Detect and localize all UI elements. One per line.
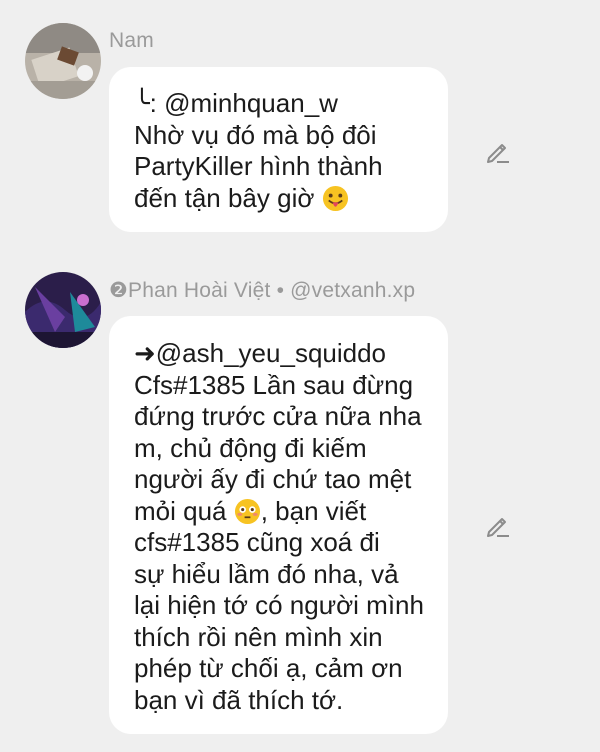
message-line: sự hiểu lầm đó nha, vả xyxy=(134,558,399,589)
flushed-face-emoji xyxy=(234,498,261,525)
message-line-emoji: mỏi quá , bạn viết xyxy=(134,496,448,528)
chat-thread: Nam ╰: @minhquan_w Nhờ vụ đó mà bộ đôi P… xyxy=(0,0,600,752)
message-line: đứng trước cửa nữa nha xyxy=(134,401,422,431)
message-line: PartyKiller hình thành xyxy=(134,151,383,181)
message-bubble[interactable]: ╰: @minhquan_w Nhờ vụ đó mà bộ đôi Party… xyxy=(109,67,448,232)
message-bubble[interactable]: ➜@ash_yeu_squiddo Cfs#1385 Lần sau đừng … xyxy=(109,316,448,734)
message-line: bạn vì đã thích tớ. xyxy=(134,684,344,715)
message-line-text: đến tận bây giờ xyxy=(134,182,315,213)
avatar-phan-hoai-viet[interactable] xyxy=(25,272,101,348)
message-line-text: mỏi quá xyxy=(134,495,227,526)
message-line: người ấy đi chứ tao mệt xyxy=(134,464,412,494)
message-line: Nhờ vụ đó mà bộ đôi xyxy=(134,119,377,150)
message-line-text: , bạn viết xyxy=(260,495,367,526)
avatar-nam-image xyxy=(25,23,101,99)
message-line: phép từ chối ạ, cảm ơn xyxy=(134,653,403,683)
edit-button[interactable] xyxy=(483,137,513,167)
pencil-edit-icon xyxy=(487,518,509,537)
tongue-out-face-emoji xyxy=(322,185,349,212)
pencil-edit-icon xyxy=(487,144,509,163)
message-line: ╰: @minhquan_w xyxy=(134,88,338,118)
message-line: cfs#1385 cũng xoá đi xyxy=(134,527,380,557)
message-author: ❷Phan Hoài Việt • @vetxanh.xp xyxy=(109,279,416,302)
message-line: lại hiện tớ có người mình xyxy=(134,590,424,620)
message-author: Nam xyxy=(109,29,154,52)
message-line: Cfs#1385 Lần sau đừng xyxy=(134,369,414,400)
message-line: ➜@ash_yeu_squiddo xyxy=(134,338,387,368)
message-line-last: đến tận bây giờ xyxy=(134,183,448,215)
edit-button[interactable] xyxy=(483,511,513,541)
avatar-phan-hoai-viet-image xyxy=(25,272,101,348)
message-line: thích rồi nên mình xin xyxy=(134,621,383,652)
avatar-nam[interactable] xyxy=(25,23,101,99)
message-line: m, chủ động đi kiếm xyxy=(134,432,367,463)
